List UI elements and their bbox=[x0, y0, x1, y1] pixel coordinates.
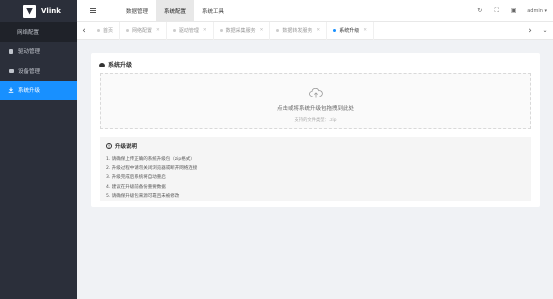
tabs: 首页 网络配置 ✕ 驱动管理 ✕ 数据采集服务 ✕ 数据转发服务 ✕ 系统升级 … bbox=[91, 21, 374, 40]
notes-title: ! 升级说明 bbox=[106, 142, 525, 150]
sidebar-item-label: 驱动管理 bbox=[18, 49, 41, 56]
tab-dot-icon bbox=[333, 29, 337, 32]
tab-data-forwarding[interactable]: 数据转发服务 ✕ bbox=[270, 21, 328, 40]
tab-dot-icon bbox=[97, 29, 100, 32]
note-item: 5. 请确保升级包来源可靠且未被修改 bbox=[106, 193, 180, 199]
tab-label: 数据转发服务 bbox=[282, 28, 313, 34]
fullscreen-icon[interactable]: ⛶ bbox=[493, 7, 500, 15]
download-icon bbox=[8, 87, 14, 93]
sidebar-item-label: 网络配置 bbox=[17, 29, 40, 36]
tab-close-icon[interactable]: ✕ bbox=[363, 28, 367, 33]
tab-label: 数据采集服务 bbox=[225, 28, 256, 34]
tab-home[interactable]: 首页 bbox=[91, 21, 121, 40]
note-item: 4. 建议在升级前备份重要数据 bbox=[106, 184, 166, 190]
tab-scroll-left-icon[interactable]: ‹ bbox=[77, 26, 91, 36]
tab-dot-icon bbox=[172, 29, 176, 32]
top-menu-data-management[interactable]: 数据管理 bbox=[118, 0, 156, 22]
header-actions: ↻ ⛶ ▣ admin ▾ bbox=[476, 0, 553, 22]
notes-title-text: 升级说明 bbox=[115, 144, 138, 150]
sidebar-item-system-upgrade[interactable]: 系统升级 bbox=[0, 80, 77, 100]
tab-close-icon[interactable]: ✕ bbox=[260, 28, 264, 33]
cloud-icon bbox=[99, 62, 105, 67]
tab-scroll-right-icon[interactable]: › bbox=[523, 26, 537, 36]
sidebar-item-label: 设备管理 bbox=[18, 68, 41, 75]
sidebar: Vlink 网络配置 驱动管理 设备管理 系统升级 bbox=[0, 0, 77, 299]
sidebar-item-device-management[interactable]: 设备管理 bbox=[0, 61, 77, 81]
tab-driver-management[interactable]: 驱动管理 ✕ bbox=[167, 21, 214, 40]
upload-dropzone[interactable]: 点击或将系统升级包拖拽到此处 支持的文件类型：.zip bbox=[100, 73, 531, 129]
chevron-down-icon[interactable]: ⌄ bbox=[537, 27, 553, 34]
tab-bar: ‹ 首页 网络配置 ✕ 驱动管理 ✕ 数据采集服务 ✕ 数据转发服务 ✕ 系统升 bbox=[77, 21, 553, 40]
tab-dot-icon bbox=[219, 29, 223, 32]
top-menu-system-tools[interactable]: 系统工具 bbox=[194, 0, 232, 22]
note-item: 1. 请确保上传正确的系统升级包（zip格式） bbox=[106, 157, 195, 162]
tab-dot-icon bbox=[276, 29, 280, 32]
refresh-icon[interactable]: ↻ bbox=[476, 7, 483, 14]
brand: Vlink bbox=[0, 0, 77, 22]
device-icon bbox=[8, 68, 14, 74]
tab-system-upgrade[interactable]: 系统升级 ✕ bbox=[327, 21, 374, 40]
tab-close-icon[interactable]: ✕ bbox=[316, 28, 320, 33]
document-icon bbox=[8, 48, 14, 54]
cloud-upload-icon bbox=[101, 83, 530, 102]
tab-close-icon[interactable]: ✕ bbox=[156, 28, 160, 33]
system-upgrade-card: 系统升级 点击或将系统升级包拖拽到此处 支持的文件类型：.zip ! 升级说明 … bbox=[91, 53, 540, 207]
top-menu-system-config[interactable]: 系统配置 bbox=[156, 0, 195, 22]
menu-toggle-icon[interactable] bbox=[90, 0, 102, 22]
upload-file-type-hint: 支持的文件类型：.zip bbox=[294, 118, 337, 123]
brand-name: Vlink bbox=[41, 7, 61, 15]
sidebar-item-driver-management[interactable]: 驱动管理 bbox=[0, 42, 77, 62]
tab-label: 首页 bbox=[103, 28, 114, 34]
tab-label: 驱动管理 bbox=[178, 28, 199, 34]
note-item: 3. 升级完成后系统将自动重启 bbox=[106, 175, 166, 181]
info-icon: ! bbox=[106, 143, 112, 149]
sidebar-item-label: 系统升级 bbox=[18, 88, 41, 95]
card-title-text: 系统升级 bbox=[108, 62, 133, 69]
upgrade-notes: ! 升级说明 1. 请确保上传正确的系统升级包（zip格式） 2. 升级过程中请… bbox=[100, 137, 531, 201]
note-item: 2. 升级过程中请勿关闭浏览器或断开网络连接 bbox=[106, 166, 198, 172]
upload-instruction: 点击或将系统升级包拖拽到此处 bbox=[276, 106, 354, 112]
tab-label: 系统升级 bbox=[339, 28, 360, 34]
tab-data-collection[interactable]: 数据采集服务 ✕ bbox=[214, 21, 271, 40]
vlink-logo-icon bbox=[23, 4, 36, 18]
top-header: 数据管理 系统配置 系统工具 ↻ ⛶ ▣ admin ▾ bbox=[77, 0, 553, 22]
tab-network-config[interactable]: 网络配置 ✕ bbox=[120, 21, 167, 40]
tab-dot-icon bbox=[126, 29, 130, 32]
notification-icon[interactable]: ▣ bbox=[510, 7, 517, 14]
tab-label: 网络配置 bbox=[132, 28, 153, 34]
user-menu[interactable]: admin ▾ bbox=[527, 8, 547, 14]
top-menu: 数据管理 系统配置 系统工具 bbox=[118, 0, 232, 22]
sidebar-item-network-config[interactable]: 网络配置 bbox=[0, 22, 77, 42]
card-title: 系统升级 bbox=[99, 60, 132, 69]
tab-close-icon[interactable]: ✕ bbox=[203, 28, 207, 33]
